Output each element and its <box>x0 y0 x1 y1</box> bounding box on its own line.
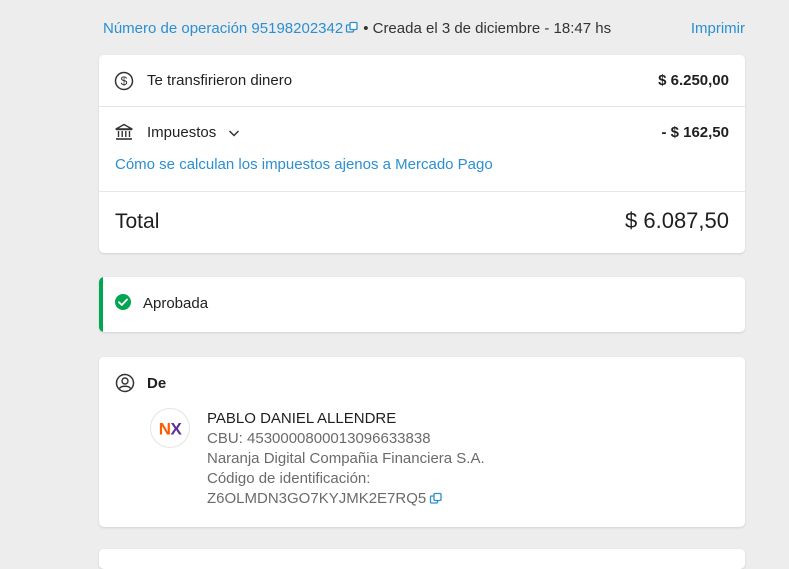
taxes-row <box>99 107 745 192</box>
copy-icon[interactable] <box>345 21 359 35</box>
total-amount: $ 6.087,50 <box>625 208 729 233</box>
operation-created-meta: • Creada el 3 de diciembre - 18:47 hs <box>363 19 612 37</box>
sender-name: PABLO DANIEL ALLENDRE <box>207 410 397 427</box>
sender-details: PABLO DANIEL ALLENDRE CBU: 4530000800013… <box>207 409 485 509</box>
taxes-explanation-link[interactable]: Cómo se calculan los impuestos ajenos a … <box>115 156 493 173</box>
bank-icon <box>114 122 134 142</box>
total-label: Total <box>115 210 160 233</box>
bank-logo: NX <box>150 408 190 448</box>
amount-summary-card: $ Te transfirieron dinero $ 6.250,00 Imp… <box>99 55 745 253</box>
operation-number-link[interactable]: Número de operación 95198202342 <box>103 20 343 37</box>
user-circle-icon <box>115 373 135 393</box>
sender-code-value: Z6OLMDN3GO7KYJMK2E7RQ5 <box>207 490 427 507</box>
svg-text:NX: NX <box>159 420 183 439</box>
copy-icon[interactable] <box>429 492 443 506</box>
svg-text:$: $ <box>121 74 128 88</box>
next-card <box>99 549 745 569</box>
sender-section-label: De <box>147 375 167 392</box>
status-card: Aprobada <box>99 277 745 332</box>
status-accent-bar <box>99 277 103 332</box>
transfer-label: Te transfirieron dinero <box>147 72 293 89</box>
taxes-label[interactable]: Impuestos <box>147 124 216 141</box>
taxes-amount: - $ 162,50 <box>661 124 729 141</box>
transfer-row: $ Te transfirieron dinero $ 6.250,00 <box>99 55 745 107</box>
transfer-amount: $ 6.250,00 <box>658 72 729 89</box>
status-label: Aprobada <box>143 295 209 312</box>
sender-card: De NX PABLO DANIEL ALLENDRE CBU: 4530000… <box>99 357 745 527</box>
dollar-circle-icon: $ <box>114 71 134 91</box>
sender-code-label: Código de identificación: <box>207 470 371 487</box>
sender-bank: Naranja Digital Compañia Financiera S.A. <box>207 450 485 467</box>
sender-cbu: CBU: 4530000800013096633838 <box>207 430 431 447</box>
check-circle-icon <box>114 293 132 311</box>
chevron-down-icon[interactable] <box>227 126 241 140</box>
print-link[interactable]: Imprimir <box>691 20 745 37</box>
operation-header: Número de operación 95198202342 • Creada… <box>103 17 745 39</box>
sender-code-row: Z6OLMDN3GO7KYJMK2E7RQ5 <box>207 489 485 509</box>
